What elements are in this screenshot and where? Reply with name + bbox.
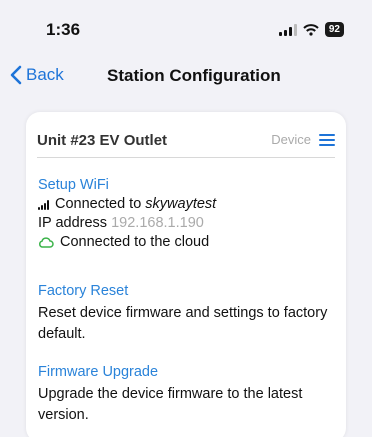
- factory-reset-link[interactable]: Factory Reset: [38, 282, 338, 301]
- cloud-icon: [39, 237, 54, 248]
- ip-value: 192.168.1.190: [111, 215, 204, 231]
- device-label: Device: [271, 132, 311, 147]
- page-title: Station Configuration: [107, 66, 281, 85]
- ip-address-row: IP address 192.168.1.190: [38, 214, 338, 233]
- firmware-upgrade-section: Firmware Upgrade Upgrade the device firm…: [38, 363, 338, 426]
- factory-reset-description: Reset device firmware and settings to fa…: [38, 305, 328, 342]
- unit-title: Unit #23 EV Outlet: [37, 132, 168, 149]
- setup-wifi-link[interactable]: Setup WiFi: [38, 176, 338, 195]
- status-time: 1:36: [46, 20, 81, 39]
- cellular-signal-icon: [278, 23, 297, 36]
- connected-prefix: Connected to: [55, 196, 146, 212]
- back-button[interactable]: Back: [10, 65, 64, 85]
- wifi-icon: [303, 23, 319, 36]
- card-header: Unit #23 EV Outlet Device: [37, 130, 335, 158]
- battery-icon: 92: [324, 22, 344, 37]
- hamburger-menu-icon: [319, 133, 335, 146]
- device-menu-button[interactable]: Device: [271, 132, 335, 147]
- cloud-status: Connected to the cloud: [60, 234, 210, 250]
- cloud-status-row: Connected to the cloud: [38, 233, 338, 252]
- back-label: Back: [26, 65, 64, 84]
- wifi-connection-row: Connected to skywaytest: [38, 195, 338, 214]
- chevron-left-icon: [10, 65, 22, 85]
- firmware-upgrade-link[interactable]: Firmware Upgrade: [38, 363, 338, 382]
- wifi-signal-icon: [38, 199, 49, 210]
- status-bar: 1:36 92: [0, 0, 372, 56]
- factory-reset-section: Factory Reset Reset device firmware and …: [38, 282, 338, 345]
- ip-label: IP address: [38, 215, 108, 231]
- wifi-section: Setup WiFi Connected to skywaytest IP ad…: [38, 176, 338, 252]
- wifi-connection-text: Connected to skywaytest: [55, 195, 216, 214]
- status-icons: 92: [278, 22, 344, 37]
- wifi-ssid: skywaytest: [145, 196, 217, 212]
- nav-bar: Back Station Configuration: [0, 56, 372, 96]
- firmware-upgrade-description: Upgrade the device firmware to the lates…: [38, 386, 303, 423]
- unit-card: Unit #23 EV Outlet Device Setup WiFi Con…: [26, 112, 346, 437]
